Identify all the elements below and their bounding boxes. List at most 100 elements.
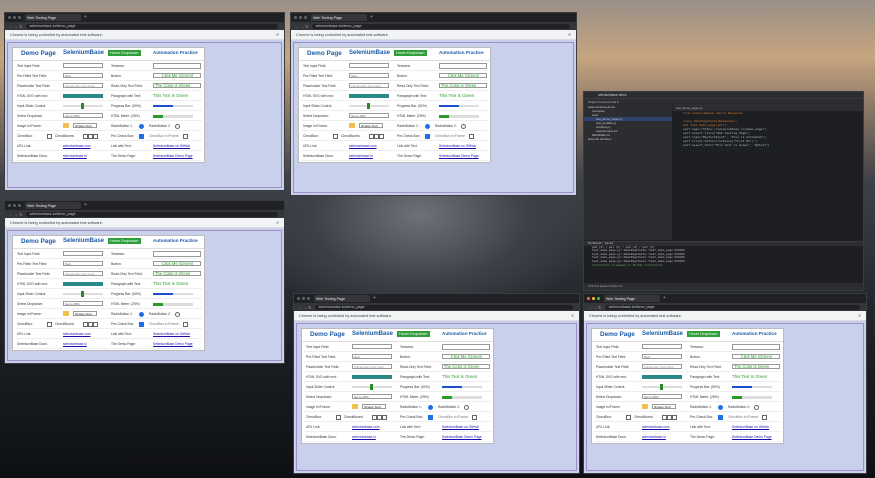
prefilled-input[interactable]: Text... [352,354,392,359]
address-bar[interactable]: seleniumbase.io/demo_page [25,211,278,217]
text-input[interactable] [349,63,389,68]
checkbox[interactable] [47,134,52,139]
textarea[interactable] [439,63,487,69]
browser-window[interactable]: Web Testing Page + ← → ↻ seleniumbase.io… [4,12,285,191]
docs-link[interactable]: seleniumbase.io [63,154,87,158]
iframe-checkbox[interactable] [183,322,188,327]
placeholder-input[interactable]: Placeholder Text Field [349,83,389,88]
radio-button-2[interactable] [175,312,180,317]
checkbox[interactable] [47,322,52,327]
address-bar[interactable]: seleniumbase.io/demo_page [25,23,278,29]
new-tab-button[interactable]: + [370,15,373,20]
minimize-window-icon[interactable] [302,297,305,300]
browser-window[interactable]: Web Testing Page + ← → ↻ seleniumbase.io… [583,293,867,474]
textarea[interactable] [153,63,201,69]
radio-button-2[interactable] [754,405,759,410]
textarea[interactable] [442,344,490,350]
browser-window[interactable]: Web Testing Page + ← → ↻ seleniumbase.io… [4,200,285,364]
address-bar[interactable]: seleniumbase.io/demo_page [311,23,570,29]
slider-thumb[interactable] [370,384,373,390]
hover-dropdown-button[interactable]: Hover Dropdown [687,331,720,337]
prefilled-input[interactable]: Text... [349,73,389,78]
close-icon[interactable]: ✕ [571,313,574,318]
docs-link[interactable]: seleniumbase.io [642,435,666,439]
url-link[interactable]: seleniumbase.com [63,144,91,148]
placeholder-input[interactable]: Placeholder Text Field [352,364,392,369]
textarea[interactable] [732,344,780,350]
slider-thumb[interactable] [660,384,663,390]
nav-arrows-icon[interactable]: ← → ↻ [9,24,23,29]
prefilled-input[interactable]: Text... [63,261,103,266]
precheck-checkbox[interactable] [425,134,430,139]
precheck-checkbox[interactable] [718,415,723,420]
select-dropdown[interactable]: Set to 25% [352,394,392,399]
close-window-icon[interactable] [8,204,11,207]
demo-page-link[interactable]: SeleniumBase Demo Page [153,342,193,346]
new-tab-button[interactable]: + [663,296,666,301]
hover-dropdown-button[interactable]: Hover Dropdown [108,50,141,56]
radio-button-1[interactable] [428,405,433,410]
terminal-panel[interactable]: Terminal: Local gw0 [4] / gw1 [4] / gw2 … [584,241,863,283]
browser-tab[interactable]: Web Testing Page [604,295,660,302]
click-me-button[interactable]: Click Me (Green) [442,354,490,359]
text-input[interactable] [352,344,392,349]
checkbox[interactable] [626,415,631,420]
browser-window[interactable]: Web Testing Page + ← → ↻ seleniumbase.io… [290,12,577,196]
url-link[interactable]: seleniumbase.com [352,425,380,429]
textarea[interactable] [153,251,201,257]
click-me-button[interactable]: Click Me (Green) [153,261,201,266]
prefilled-input[interactable]: Text... [63,73,103,78]
new-tab-button[interactable]: + [84,203,87,208]
docs-link[interactable]: seleniumbase.io [349,154,373,158]
checkbox[interactable] [93,134,98,139]
address-bar[interactable]: seleniumbase.io/demo_page [314,304,573,310]
new-tab-button[interactable]: + [84,15,87,20]
select-dropdown[interactable]: Set to 25% [642,394,682,399]
maximize-window-icon[interactable] [307,297,310,300]
iframe-checkbox[interactable] [762,415,767,420]
click-me-button[interactable]: Click Me (Green) [439,73,487,78]
placeholder-input[interactable]: Placeholder Text Field [63,271,103,276]
slider-thumb[interactable] [81,103,84,109]
github-link[interactable]: SeleniumBase on GitHub [153,144,190,148]
checkbox[interactable] [379,134,384,139]
radio-button-1[interactable] [139,312,144,317]
browser-tab[interactable]: Web Testing Page [314,295,370,302]
close-icon[interactable]: ✕ [276,220,279,225]
github-link[interactable]: SeleniumBase on GitHub [732,425,769,429]
demo-page-link[interactable]: SeleniumBase Demo Page [442,435,482,439]
hover-dropdown-button[interactable]: Hover Dropdown [394,50,427,56]
project-tree-item[interactable]: External Libraries [584,137,672,141]
select-dropdown[interactable]: Set to 25% [349,113,389,118]
close-icon[interactable]: ✕ [568,32,571,37]
minimize-window-icon[interactable] [592,297,595,300]
radio-button-1[interactable] [718,405,723,410]
radio-button-1[interactable] [139,124,144,129]
nav-arrows-icon[interactable]: ← → ↻ [295,24,309,29]
checkbox[interactable] [382,415,387,420]
close-window-icon[interactable] [294,16,297,19]
new-tab-button[interactable]: + [373,296,376,301]
maximize-window-icon[interactable] [304,16,307,19]
slider-thumb[interactable] [81,291,84,297]
hover-dropdown-button[interactable]: Hover Dropdown [397,331,430,337]
checkbox[interactable] [93,322,98,327]
checkbox[interactable] [333,134,338,139]
checkbox[interactable] [672,415,677,420]
github-link[interactable]: SeleniumBase on GitHub [439,144,476,148]
browser-window[interactable]: Web Testing Page + ← → ↻ seleniumbase.io… [293,293,580,474]
url-link[interactable]: seleniumbase.com [63,332,91,336]
github-link[interactable]: SeleniumBase on GitHub [153,332,190,336]
text-input[interactable] [63,251,103,256]
radio-button-2[interactable] [464,405,469,410]
precheck-checkbox[interactable] [139,134,144,139]
nav-arrows-icon[interactable]: ← → ↻ [298,305,312,310]
maximize-window-icon[interactable] [18,204,21,207]
url-link[interactable]: seleniumbase.com [642,425,670,429]
demo-page-link[interactable]: SeleniumBase Demo Page [439,154,479,158]
code-editor[interactable]: test_demo_page.py from seleniumbase impo… [673,105,863,240]
ide-toolbar[interactable]: Project ▾ Current File ▾ [584,98,863,105]
demo-page-link[interactable]: SeleniumBase Demo Page [732,435,772,439]
close-window-icon[interactable] [587,297,590,300]
browser-tab[interactable]: Web Testing Page [311,14,367,21]
